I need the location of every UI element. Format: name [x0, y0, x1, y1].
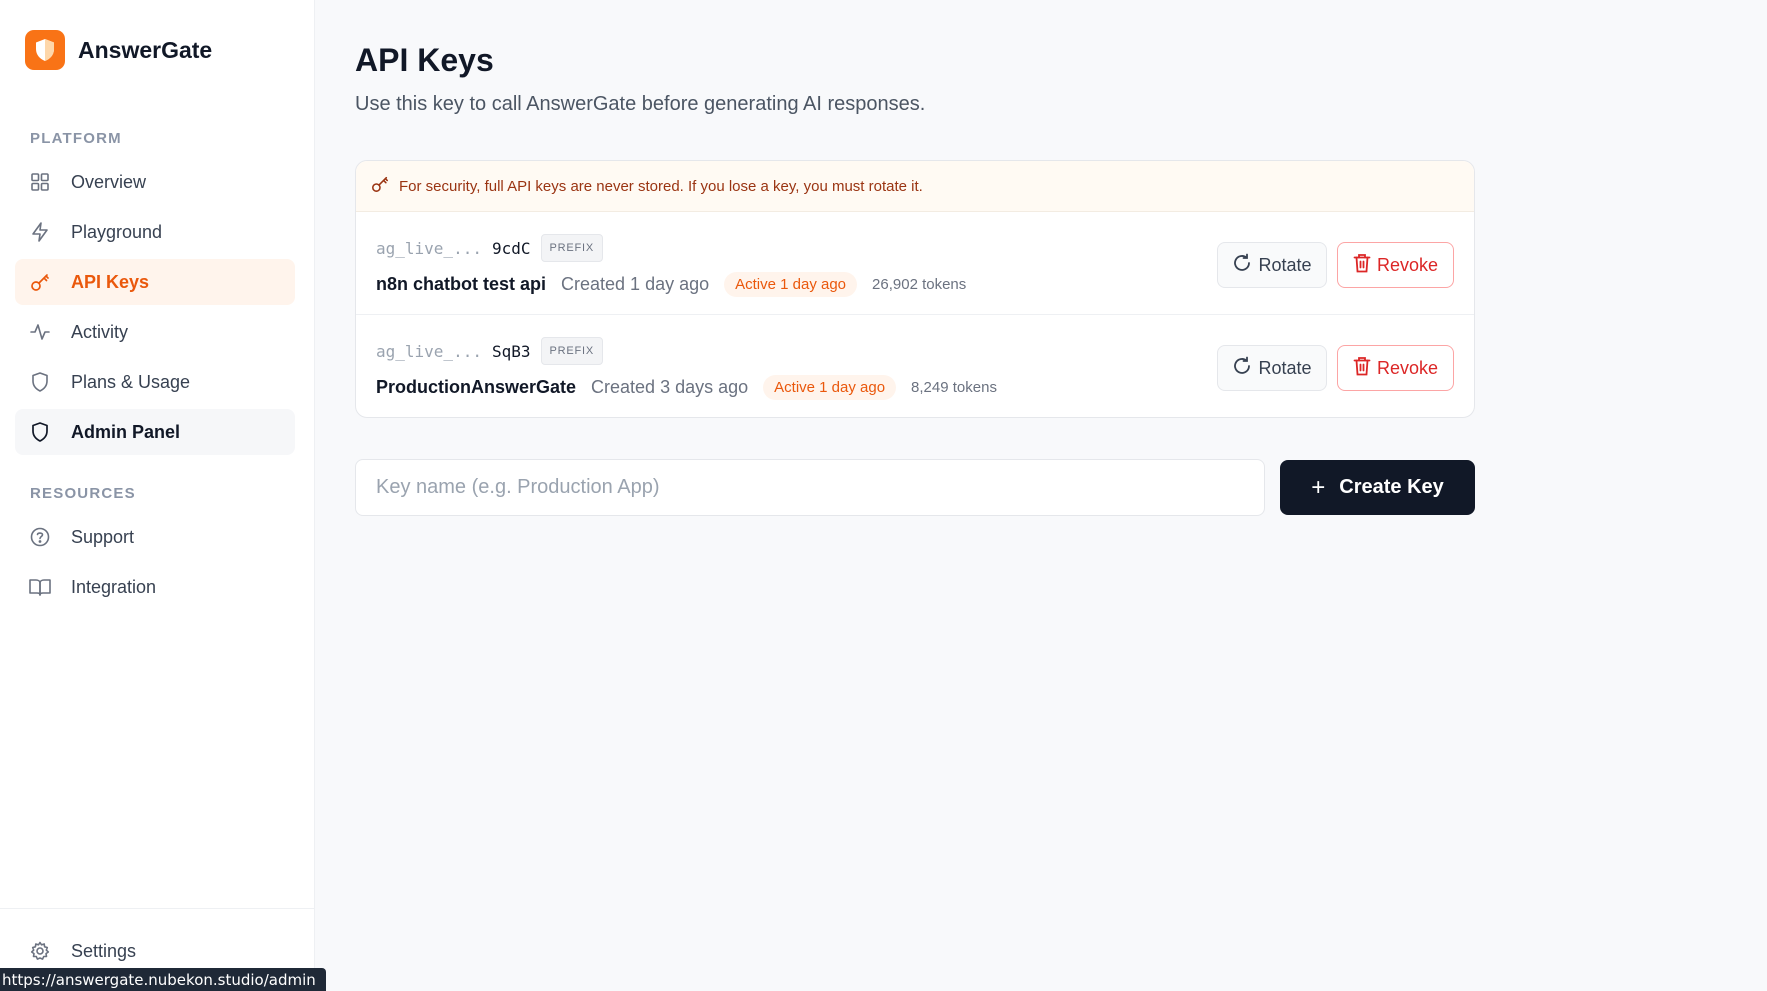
- book-icon: [29, 576, 51, 598]
- status-badge: Active 1 day ago: [763, 375, 897, 400]
- section-label-platform: PLATFORM: [30, 130, 122, 147]
- create-key-button-label: Create Key: [1339, 476, 1444, 498]
- prefix-badge: PREFIX: [540, 234, 604, 262]
- sidebar-item-label: Support: [71, 526, 135, 547]
- sidebar-item-activity[interactable]: Activity: [15, 309, 295, 355]
- page-subtitle: Use this key to call AnswerGate before g…: [355, 93, 926, 115]
- sidebar-item-api-keys[interactable]: API Keys: [15, 259, 295, 305]
- status-badge: Active 1 day ago: [724, 272, 858, 297]
- sidebar-item-admin-panel[interactable]: Admin Panel: [15, 409, 295, 455]
- sidebar-divider: [0, 908, 315, 909]
- trash-icon: [1353, 356, 1371, 381]
- plus-icon: +: [1311, 473, 1326, 501]
- key-prefix-tail: 9cdC: [491, 238, 531, 258]
- status-bar-url: https://answergate.nubekon.studio/admin: [0, 968, 326, 991]
- key-prefix: ag_live_... 9cdC PREFIX: [376, 234, 604, 262]
- page-title: API Keys: [355, 42, 494, 78]
- brand[interactable]: AnswerGate: [25, 30, 212, 70]
- api-key-row: ag_live_... 9cdC PREFIX n8n chatbot test…: [356, 212, 1474, 315]
- sidebar-item-playground[interactable]: Playground: [15, 209, 295, 255]
- key-tokens: 26,902 tokens: [872, 276, 967, 293]
- key-icon: [371, 175, 389, 197]
- sidebar-item-label: API Keys: [71, 271, 150, 292]
- sidebar-item-label: Playground: [71, 221, 163, 242]
- key-name: n8n chatbot test api: [376, 274, 547, 294]
- trash-icon: [1353, 253, 1371, 278]
- sidebar-item-integration[interactable]: Integration: [15, 564, 295, 610]
- rotate-button[interactable]: Rotate: [1217, 345, 1327, 391]
- sidebar: AnswerGate PLATFORM Overview Playground …: [0, 0, 315, 991]
- rotate-icon: [1232, 253, 1252, 278]
- gear-icon: [29, 940, 51, 962]
- key-prefix-mask: ag_live_...: [376, 341, 482, 361]
- sidebar-item-label: Settings: [71, 940, 137, 961]
- create-key-button[interactable]: + Create Key: [1280, 460, 1475, 515]
- sidebar-item-support[interactable]: Support: [15, 514, 295, 560]
- key-name-input[interactable]: [355, 459, 1265, 516]
- bolt-icon: [29, 221, 51, 243]
- key-prefix-mask: ag_live_...: [376, 238, 482, 258]
- security-notice: For security, full API keys are never st…: [356, 161, 1474, 212]
- brand-name: AnswerGate: [78, 36, 213, 63]
- revoke-button[interactable]: Revoke: [1337, 242, 1454, 288]
- sidebar-item-label: Admin Panel: [71, 421, 181, 442]
- rotate-icon: [1232, 356, 1252, 381]
- grid-icon: [29, 171, 51, 193]
- revoke-button-label: Revoke: [1376, 357, 1439, 378]
- key-icon: [29, 271, 51, 293]
- section-label-resources: RESOURCES: [30, 485, 136, 502]
- key-name: ProductionAnswerGate: [376, 377, 577, 397]
- security-notice-text: For security, full API keys are never st…: [399, 177, 923, 195]
- shield-icon: [29, 421, 51, 443]
- rotate-button-label: Rotate: [1258, 357, 1312, 378]
- rotate-button-label: Rotate: [1258, 254, 1312, 275]
- api-keys-card: For security, full API keys are never st…: [355, 160, 1475, 418]
- sidebar-item-label: Plans & Usage: [71, 371, 191, 392]
- brand-logo-icon: [25, 30, 65, 70]
- key-created: Created 3 days ago: [591, 377, 749, 397]
- key-tokens: 8,249 tokens: [911, 379, 997, 396]
- activity-icon: [29, 321, 51, 343]
- key-created: Created 1 day ago: [561, 274, 710, 294]
- key-meta: n8n chatbot test api Created 1 day ago A…: [376, 272, 966, 297]
- sidebar-item-overview[interactable]: Overview: [15, 159, 295, 205]
- help-circle-icon: [29, 526, 51, 548]
- sidebar-item-label: Integration: [71, 576, 157, 597]
- rotate-button[interactable]: Rotate: [1217, 242, 1327, 288]
- shield-icon: [29, 371, 51, 393]
- revoke-button-label: Revoke: [1376, 254, 1439, 275]
- sidebar-item-plans-usage[interactable]: Plans & Usage: [15, 359, 295, 405]
- key-meta: ProductionAnswerGate Created 3 days ago …: [376, 375, 997, 400]
- prefix-badge: PREFIX: [540, 337, 604, 365]
- key-prefix-tail: SqB3: [491, 341, 531, 361]
- sidebar-item-label: Activity: [71, 321, 129, 342]
- sidebar-item-label: Overview: [71, 171, 147, 192]
- key-prefix: ag_live_... SqB3 PREFIX: [376, 337, 604, 365]
- revoke-button[interactable]: Revoke: [1337, 345, 1454, 391]
- api-key-row: ag_live_... SqB3 PREFIX ProductionAnswer…: [356, 315, 1474, 417]
